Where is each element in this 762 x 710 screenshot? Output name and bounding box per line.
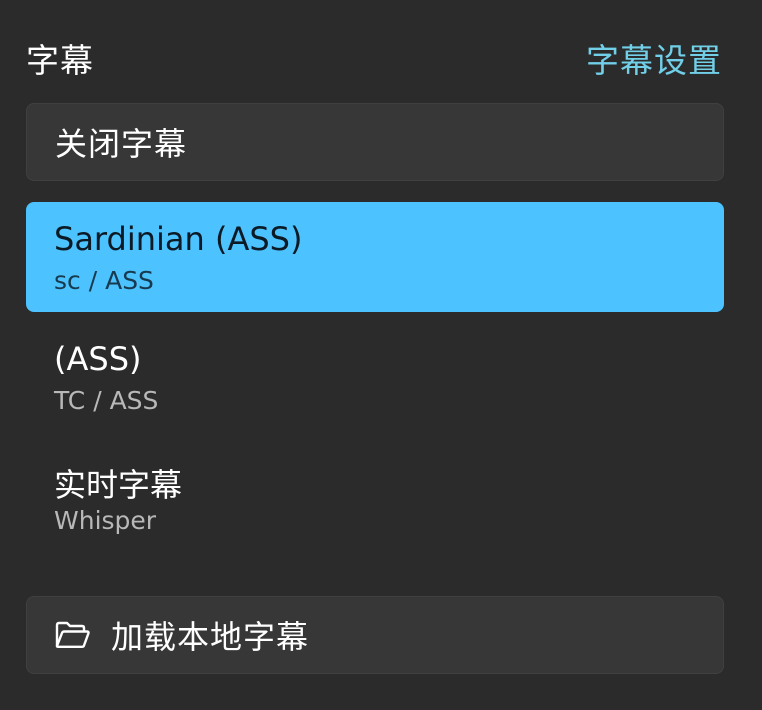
track-subtitle: TC / ASS (54, 386, 159, 415)
panel-header: 字幕 字幕设置 (26, 36, 722, 80)
subtitle-panel: 字幕 字幕设置 关闭字幕 Sardinian (ASS) sc / ASS (A… (0, 0, 762, 710)
subtitle-track-item[interactable]: (ASS) TC / ASS (26, 322, 724, 432)
track-subtitle: sc / ASS (54, 266, 154, 295)
track-subtitle: Whisper (54, 506, 157, 535)
folder-open-icon (55, 621, 90, 648)
track-title: 实时字幕 (54, 466, 183, 504)
track-title: Sardinian (ASS) (54, 220, 303, 258)
turn-off-subtitles-button[interactable]: 关闭字幕 (26, 103, 724, 181)
panel-title: 字幕 (26, 41, 94, 80)
subtitle-track-item[interactable]: Sardinian (ASS) sc / ASS (26, 202, 724, 312)
subtitle-track-item[interactable]: 实时字幕 Whisper (26, 442, 724, 552)
load-local-subtitle-label: 加载本地字幕 (111, 618, 310, 656)
track-title: (ASS) (54, 340, 142, 378)
subtitle-settings-link[interactable]: 字幕设置 (586, 34, 722, 82)
turn-off-subtitles-label: 关闭字幕 (55, 125, 188, 163)
load-local-subtitle-button[interactable]: 加载本地字幕 (26, 596, 724, 674)
